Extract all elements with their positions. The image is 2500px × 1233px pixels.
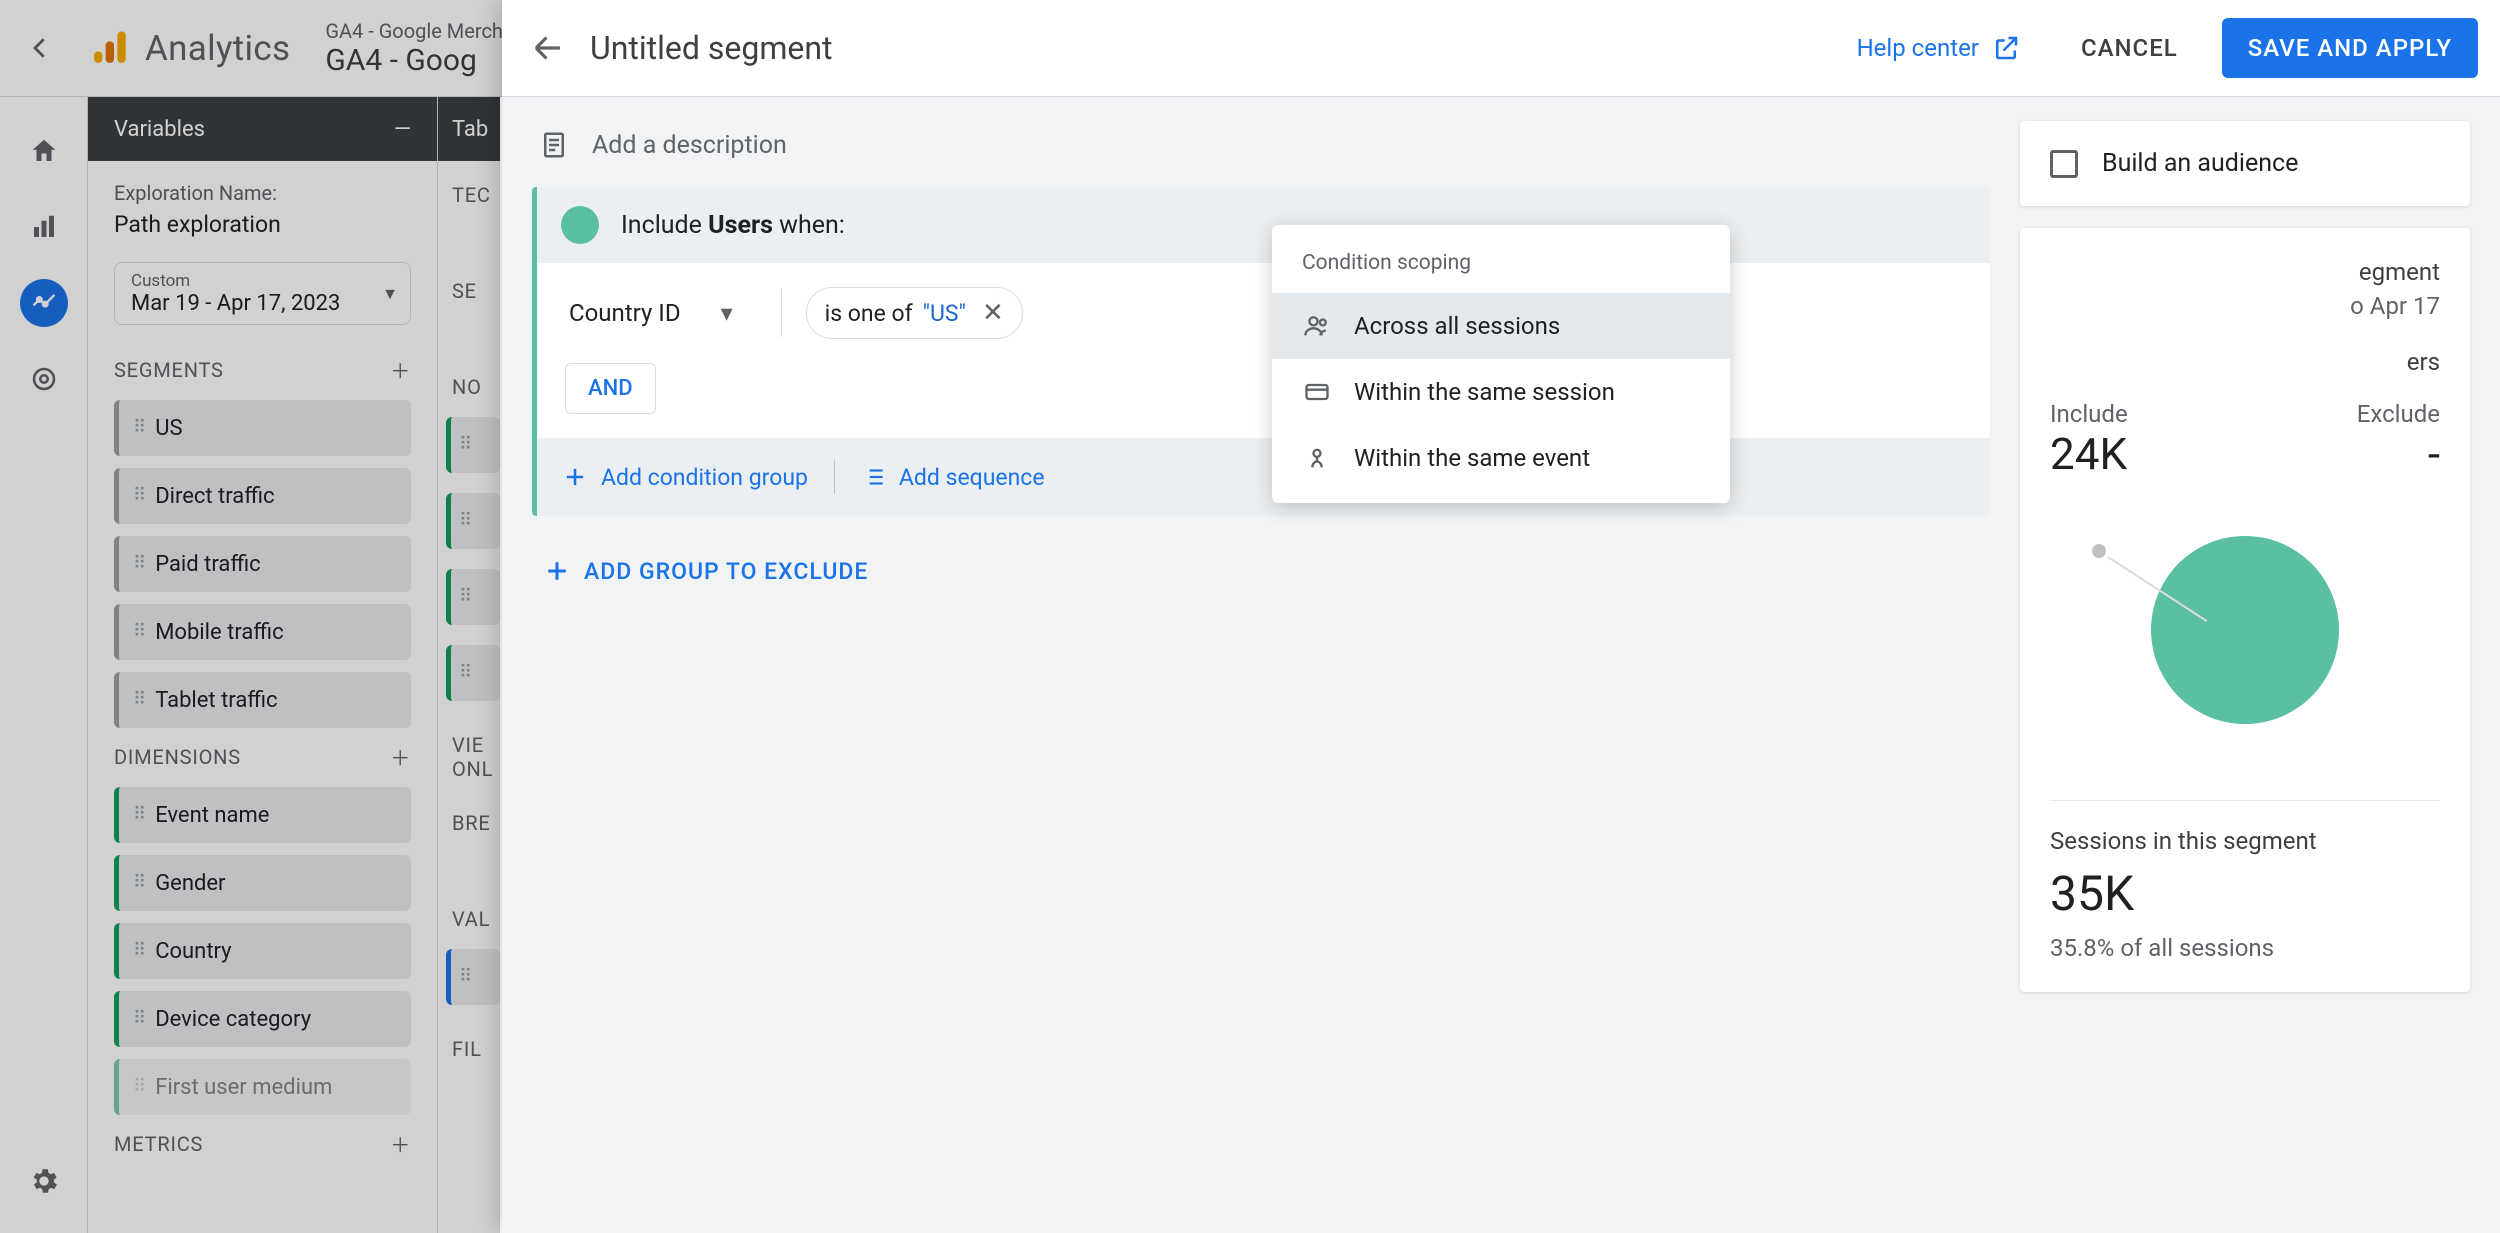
dimension-chip: ⠿Event name bbox=[114, 787, 411, 843]
drag-handle-icon: ⠿ bbox=[133, 948, 143, 954]
add-icon: ＋ bbox=[390, 1129, 411, 1158]
dimensions-section-header: DIMENSIONS ＋ bbox=[114, 742, 411, 771]
cancel-button[interactable]: CANCEL bbox=[2081, 34, 2178, 62]
condition-group-header: Include Users when: bbox=[537, 187, 1990, 263]
dimension-chip: ⠿Device category bbox=[114, 991, 411, 1047]
modal-back-button[interactable] bbox=[524, 24, 572, 72]
drag-handle-icon: ⠿ bbox=[133, 697, 143, 703]
minimize-icon: — bbox=[394, 117, 411, 142]
add-icon: ＋ bbox=[390, 355, 411, 384]
sessions-percent: 35.8% of all sessions bbox=[2050, 934, 2440, 962]
add-actions-row: Add condition group Add sequence bbox=[537, 438, 1990, 516]
drag-handle-icon: ⠿ bbox=[133, 1084, 143, 1090]
add-exclude-group-button[interactable]: ADD GROUP TO EXCLUDE bbox=[532, 516, 1990, 626]
drag-handle-icon: ⠿ bbox=[133, 561, 143, 567]
drag-handle-icon: ⠿ bbox=[133, 629, 143, 635]
build-audience-checkbox[interactable] bbox=[2050, 150, 2078, 178]
condition-row: Country ID ▾ is one of "US" ✕ bbox=[565, 287, 1962, 339]
advertising-icon bbox=[20, 355, 68, 403]
drag-handle-icon: ⠿ bbox=[133, 880, 143, 886]
exploration-name: Path exploration bbox=[114, 211, 411, 238]
drag-handle-icon: ⠿ bbox=[133, 1016, 143, 1022]
variables-header: Variables — bbox=[88, 97, 437, 161]
analytics-logo-icon bbox=[85, 24, 133, 72]
node-slot: ⠿ bbox=[446, 645, 500, 701]
scope-option-across-sessions[interactable]: Across all sessions bbox=[1272, 293, 1730, 359]
condition-scoping-popover: Condition scoping Across all sessions Wi… bbox=[1272, 225, 1730, 503]
sessions-label: Sessions in this segment bbox=[2050, 827, 2440, 855]
venn-total-dot bbox=[2092, 544, 2106, 558]
segment-chip: ⠿Direct traffic bbox=[114, 468, 411, 524]
add-condition-group-button[interactable]: Add condition group bbox=[561, 463, 808, 491]
reports-icon bbox=[20, 203, 68, 251]
group-color-dot bbox=[561, 206, 599, 244]
value-slot: ⠿ bbox=[446, 949, 500, 1005]
summary-column: Build an audience egment o Apr 17 ers In… bbox=[2020, 121, 2470, 1209]
node-slot: ⠿ bbox=[446, 493, 500, 549]
sessions-value: 35K bbox=[2050, 865, 2440, 922]
date-range-picker: Custom Mar 19 - Apr 17, 2023 ▼ bbox=[114, 262, 411, 325]
summary-card: egment o Apr 17 ers Include 24K Exclude … bbox=[2020, 228, 2470, 992]
scope-option-same-event[interactable]: Within the same event bbox=[1272, 425, 1730, 491]
segment-chip: ⠿US bbox=[114, 400, 411, 456]
drag-handle-icon: ⠿ bbox=[133, 812, 143, 818]
people-icon bbox=[1302, 311, 1332, 341]
modal-topbar: Untitled segment Help center CANCEL SAVE… bbox=[502, 0, 2500, 97]
exclude-value: - bbox=[2357, 428, 2440, 480]
node-slot: ⠿ bbox=[446, 569, 500, 625]
dropdown-arrow-icon: ▼ bbox=[382, 284, 398, 304]
venn-include-circle bbox=[2151, 536, 2339, 724]
venn-chart bbox=[2050, 500, 2440, 760]
segments-section-header: SEGMENTS ＋ bbox=[114, 355, 411, 384]
node-slot: ⠿ bbox=[446, 417, 500, 473]
add-sequence-button[interactable]: Add sequence bbox=[861, 464, 1045, 491]
drag-handle-icon: ⠿ bbox=[133, 425, 143, 431]
home-icon bbox=[20, 127, 68, 175]
segment-title[interactable]: Untitled segment bbox=[590, 29, 833, 67]
segment-builder: Add a description Include Users when: Co… bbox=[532, 121, 1990, 1209]
left-nav-rail bbox=[0, 97, 88, 1233]
segment-chip: ⠿Tablet traffic bbox=[114, 672, 411, 728]
dimension-chip: ⠿Gender bbox=[114, 855, 411, 911]
build-audience-label: Build an audience bbox=[2102, 149, 2298, 178]
condition-group: Include Users when: Country ID ▾ is one … bbox=[532, 187, 1990, 516]
add-icon: ＋ bbox=[390, 742, 411, 771]
popover-title: Condition scoping bbox=[1272, 245, 1730, 293]
session-icon bbox=[1302, 377, 1332, 407]
help-center-link[interactable]: Help center bbox=[1857, 33, 2021, 63]
dimension-selector[interactable]: Country ID ▾ bbox=[565, 289, 782, 337]
product-name: Analytics bbox=[145, 28, 290, 69]
segment-chip: ⠿Paid traffic bbox=[114, 536, 411, 592]
build-audience-card[interactable]: Build an audience bbox=[2020, 121, 2470, 206]
settings-icon bbox=[20, 1157, 68, 1205]
description-row[interactable]: Add a description bbox=[532, 121, 1990, 187]
dimension-chip: ⠿First user medium bbox=[114, 1059, 411, 1115]
segment-editor-modal: Untitled segment Help center CANCEL SAVE… bbox=[502, 0, 2500, 1233]
dropdown-arrow-icon: ▾ bbox=[721, 299, 733, 327]
include-label: Include bbox=[2050, 400, 2128, 428]
event-icon bbox=[1302, 443, 1332, 473]
variables-panel: Variables — Exploration Name: Path explo… bbox=[88, 97, 438, 1233]
remove-filter-icon[interactable]: ✕ bbox=[976, 298, 1004, 328]
exclude-label: Exclude bbox=[2357, 400, 2440, 428]
filter-chip[interactable]: is one of "US" ✕ bbox=[806, 287, 1023, 339]
drag-handle-icon: ⠿ bbox=[133, 493, 143, 499]
tab-settings-panel: Tab TEC SE NO ⠿ ⠿ ⠿ ⠿ VIE ONL BRE VAL ⠿ … bbox=[438, 97, 500, 1233]
description-placeholder: Add a description bbox=[592, 131, 787, 160]
dimension-chip: ⠿Country bbox=[114, 923, 411, 979]
and-button[interactable]: AND bbox=[565, 363, 656, 414]
back-arrow-icon bbox=[20, 28, 60, 68]
tab-header: Tab bbox=[438, 97, 500, 161]
exploration-name-label: Exploration Name: bbox=[114, 181, 411, 205]
segment-chip: ⠿Mobile traffic bbox=[114, 604, 411, 660]
include-value: 24K bbox=[2050, 428, 2128, 480]
metrics-section-header: METRICS ＋ bbox=[114, 1129, 411, 1158]
scope-option-same-session[interactable]: Within the same session bbox=[1272, 359, 1730, 425]
save-and-apply-button[interactable]: SAVE AND APPLY bbox=[2222, 18, 2478, 78]
description-icon bbox=[536, 127, 572, 163]
breadcrumb: GA4 - Google Merch S GA4 - Goog bbox=[325, 19, 519, 78]
explore-icon bbox=[20, 279, 68, 327]
